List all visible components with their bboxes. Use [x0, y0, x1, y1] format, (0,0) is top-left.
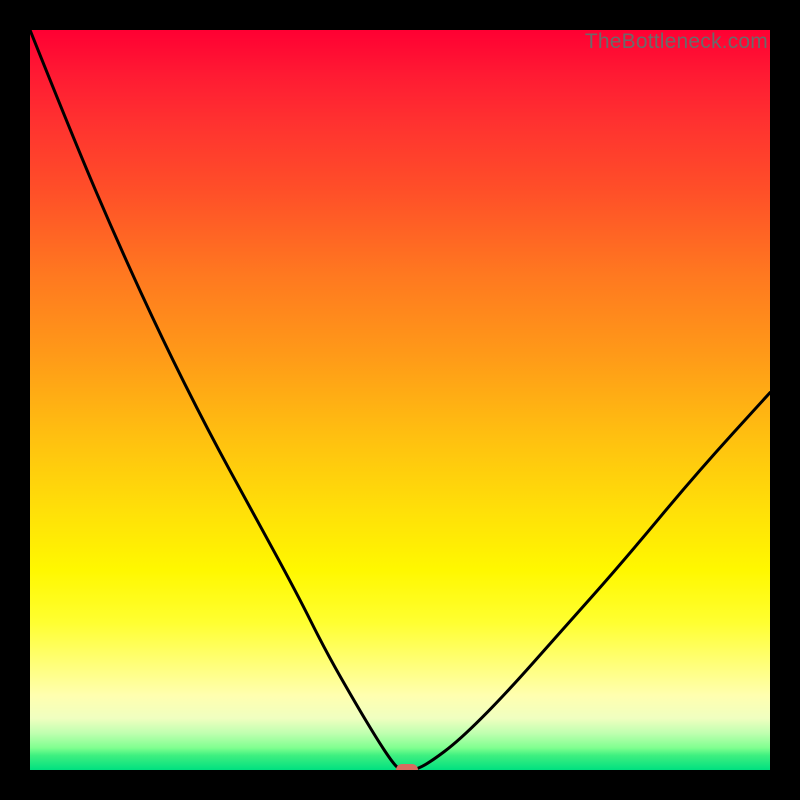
chart-container: TheBottleneck.com	[0, 0, 800, 800]
plot-area	[30, 30, 770, 770]
curve-layer	[30, 30, 770, 770]
bottleneck-curve	[30, 30, 770, 770]
watermark-text: TheBottleneck.com	[585, 30, 768, 54]
minimum-marker	[396, 764, 418, 770]
